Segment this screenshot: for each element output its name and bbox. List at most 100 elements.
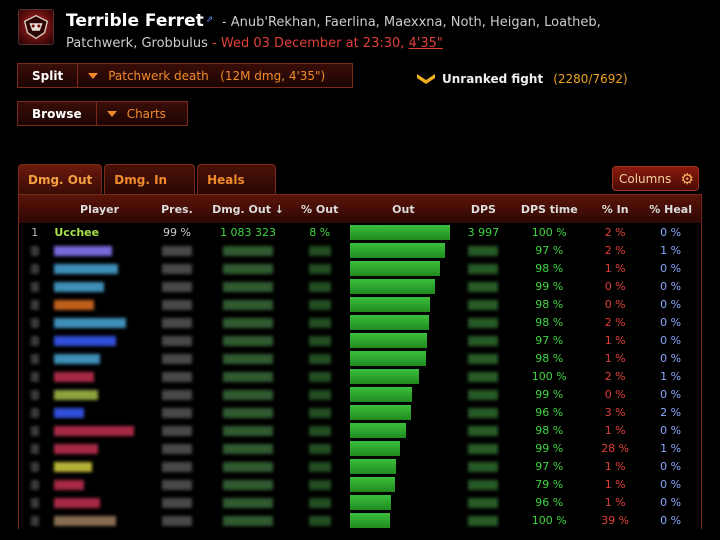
col-dmg-out[interactable]: Dmg. Out ↓ bbox=[205, 195, 291, 223]
pct-in-value: 0 % bbox=[604, 279, 626, 293]
out-bar-cell bbox=[348, 277, 458, 295]
out-bar-cell bbox=[348, 457, 458, 475]
col-pct-heal[interactable]: % Heal bbox=[640, 195, 701, 223]
external-link-icon[interactable]: ⇗ bbox=[206, 10, 216, 25]
table-row[interactable]: 100 % 39 % 0 % bbox=[19, 511, 701, 529]
redacted-value bbox=[223, 407, 274, 418]
player-name[interactable] bbox=[50, 421, 148, 439]
pct-heal-value: 0 % bbox=[660, 351, 682, 365]
split-button[interactable]: Split bbox=[18, 64, 79, 87]
table-row[interactable]: 97 % 1 % 0 % bbox=[19, 331, 701, 349]
table-row[interactable]: 98 % 0 % 0 % bbox=[19, 295, 701, 313]
player-name[interactable] bbox=[50, 241, 148, 259]
pct-in-value: 1 % bbox=[604, 495, 626, 509]
columns-button[interactable]: Columns ⚙ bbox=[612, 166, 699, 191]
guild-name-link[interactable]: Terrible Ferret bbox=[66, 11, 204, 31]
col-presence[interactable]: Pres. bbox=[149, 195, 205, 223]
guild-emblem-icon[interactable] bbox=[18, 9, 54, 45]
pct-heal-value: 0 % bbox=[660, 333, 682, 347]
player-name[interactable]: Ucchee bbox=[50, 223, 148, 241]
player-name[interactable] bbox=[50, 313, 148, 331]
redacted-value bbox=[161, 425, 192, 436]
player-name[interactable] bbox=[50, 493, 148, 511]
table-row[interactable]: 1 Ucchee 99 % 1 083 323 8 % 3 997 100 % 2 % 0 % bbox=[19, 223, 701, 241]
table-row[interactable]: 99 % 28 % 1 % bbox=[19, 439, 701, 457]
chevron-down-icon bbox=[88, 72, 99, 79]
player-name[interactable] bbox=[50, 259, 148, 277]
fight-duration-link[interactable]: 4'35" bbox=[409, 36, 443, 51]
redacted-value bbox=[161, 335, 192, 346]
player-name[interactable] bbox=[50, 457, 148, 475]
col-dps[interactable]: DPS bbox=[458, 195, 508, 223]
player-name[interactable] bbox=[50, 367, 148, 385]
redacted-value bbox=[468, 497, 499, 508]
table-row[interactable]: 97 % 1 % 0 % bbox=[19, 457, 701, 475]
tab-dmg-out[interactable]: Dmg. Out bbox=[18, 164, 103, 194]
charts-dropdown[interactable]: Charts bbox=[97, 102, 176, 125]
col-out-bar[interactable]: Out bbox=[348, 195, 458, 223]
split-label: Split bbox=[32, 68, 64, 83]
table-row[interactable]: 97 % 2 % 1 % bbox=[19, 241, 701, 259]
out-bar bbox=[350, 350, 427, 366]
dps-time-value: 99 % bbox=[535, 441, 564, 455]
player-name[interactable] bbox=[50, 511, 148, 529]
player-name[interactable] bbox=[50, 349, 148, 367]
table-row[interactable]: 98 % 1 % 0 % bbox=[19, 259, 701, 277]
presence-value bbox=[149, 367, 205, 385]
dmg-out-value bbox=[205, 295, 291, 313]
table-row[interactable]: 100 % 2 % 1 % bbox=[19, 367, 701, 385]
table-row[interactable]: 96 % 3 % 2 % bbox=[19, 403, 701, 421]
col-dps-time[interactable]: DPS time bbox=[508, 195, 590, 223]
redacted-value bbox=[161, 389, 192, 400]
fight-select-dropdown[interactable]: Patchwerk death (12M dmg, 4'35") bbox=[78, 64, 335, 87]
pct-in-value: 28 % bbox=[601, 441, 630, 455]
table-row[interactable]: 99 % 0 % 0 % bbox=[19, 277, 701, 295]
player-name[interactable] bbox=[50, 385, 148, 403]
table-row[interactable]: 98 % 2 % 0 % bbox=[19, 313, 701, 331]
redacted-value bbox=[161, 245, 192, 256]
dmg-out-value bbox=[205, 493, 291, 511]
player-name[interactable] bbox=[50, 439, 148, 457]
player-name[interactable] bbox=[50, 403, 148, 421]
redacted-value bbox=[54, 299, 95, 310]
redacted-value bbox=[161, 515, 192, 526]
player-name[interactable] bbox=[50, 295, 148, 313]
table-row[interactable]: 98 % 1 % 0 % bbox=[19, 421, 701, 439]
dmg-out-value bbox=[205, 241, 291, 259]
pct-heal-value: 0 % bbox=[660, 387, 682, 401]
dps-time-value: 100 % bbox=[531, 513, 567, 527]
table-row[interactable]: 98 % 1 % 0 % bbox=[19, 349, 701, 367]
browse-button[interactable]: Browse bbox=[18, 102, 97, 125]
dps-value bbox=[458, 403, 508, 421]
player-name[interactable] bbox=[50, 475, 148, 493]
redacted-value bbox=[308, 263, 331, 274]
table-row[interactable]: 96 % 1 % 0 % bbox=[19, 493, 701, 511]
redacted-value bbox=[223, 371, 274, 382]
tab-dmg-in[interactable]: Dmg. In bbox=[104, 164, 196, 194]
player-name[interactable] bbox=[50, 331, 148, 349]
pct-out-value bbox=[291, 421, 349, 439]
dps-time-value: 97 % bbox=[535, 333, 564, 347]
redacted-value bbox=[161, 479, 192, 490]
redacted-value bbox=[223, 461, 274, 472]
redacted-value bbox=[161, 353, 192, 364]
pct-in-value: 2 % bbox=[604, 225, 626, 239]
redacted-value bbox=[30, 353, 39, 364]
tab-heals[interactable]: Heals bbox=[197, 164, 276, 194]
presence-value bbox=[149, 277, 205, 295]
pct-heal-value: 2 % bbox=[660, 405, 682, 419]
dps-value bbox=[458, 457, 508, 475]
col-pct-out[interactable]: % Out bbox=[291, 195, 349, 223]
pct-out-value bbox=[291, 259, 349, 277]
presence-value bbox=[149, 421, 205, 439]
row-index bbox=[19, 241, 50, 259]
dps-value bbox=[458, 259, 508, 277]
col-player[interactable]: Player bbox=[50, 195, 148, 223]
dps-time-value: 97 % bbox=[535, 459, 564, 473]
table-row[interactable]: 79 % 1 % 0 % bbox=[19, 475, 701, 493]
redacted-value bbox=[308, 281, 331, 292]
pct-in-value: 39 % bbox=[601, 513, 630, 527]
player-name[interactable] bbox=[50, 277, 148, 295]
table-row[interactable]: 99 % 0 % 0 % bbox=[19, 385, 701, 403]
col-pct-in[interactable]: % In bbox=[590, 195, 640, 223]
